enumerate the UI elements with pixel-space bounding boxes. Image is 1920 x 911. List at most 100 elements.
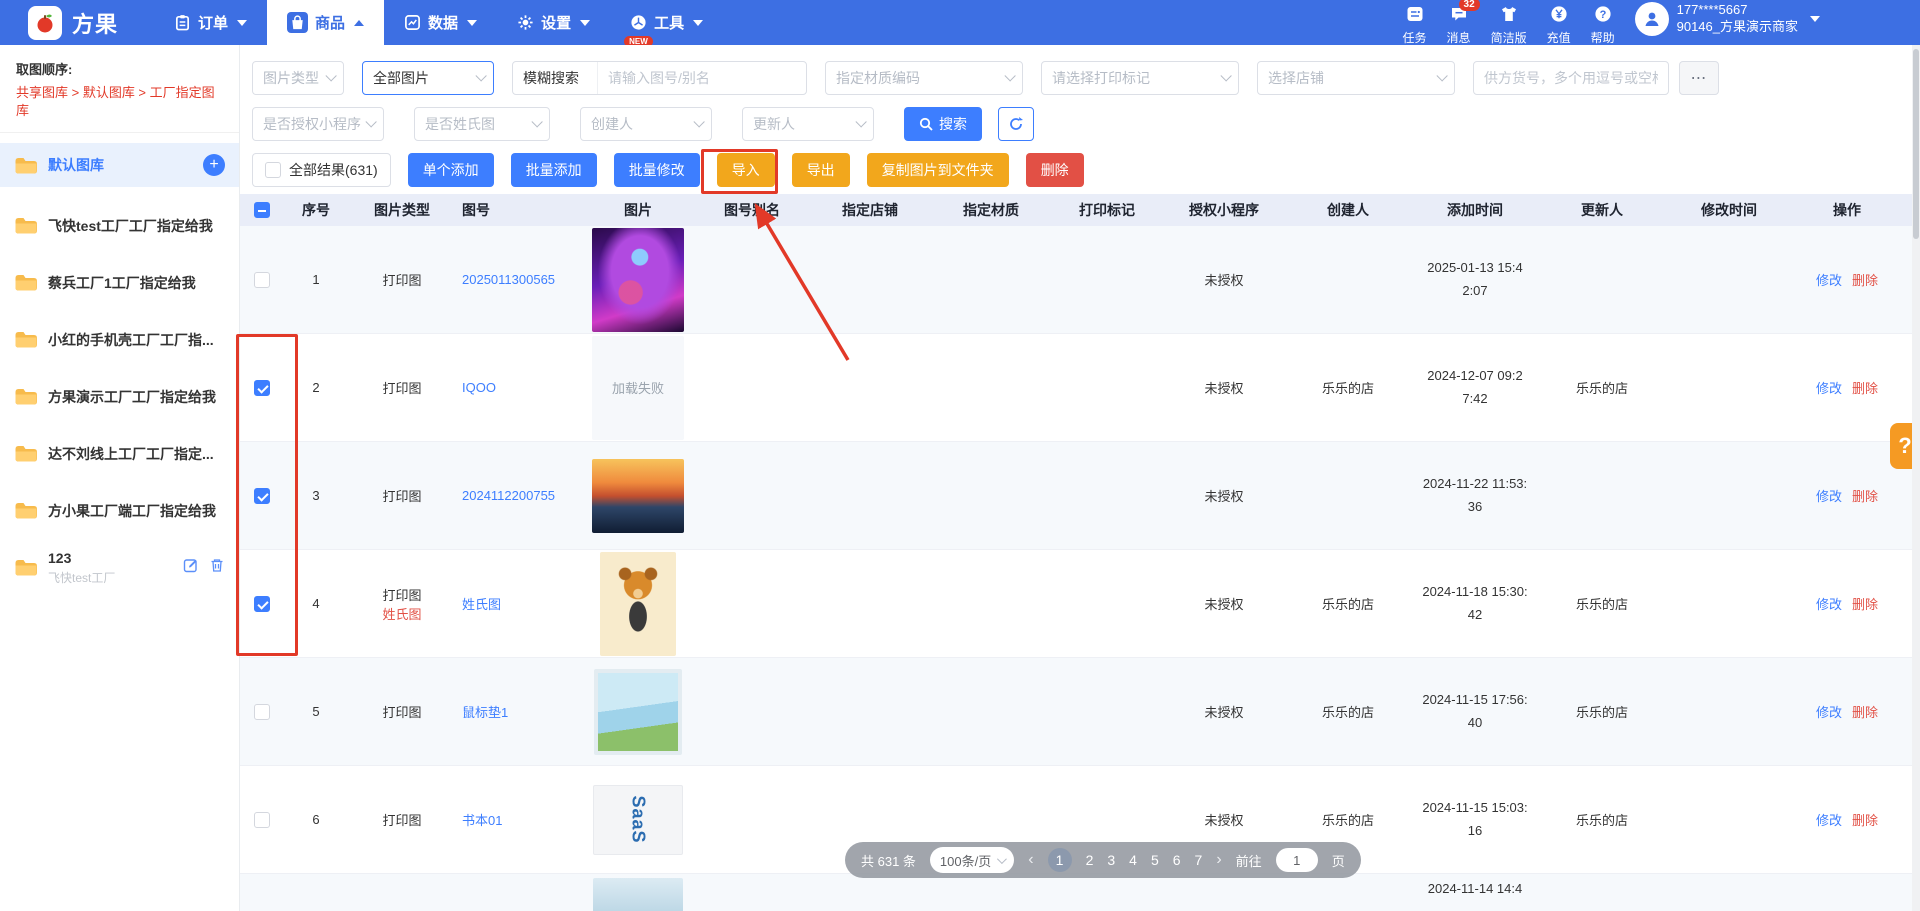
trash-icon[interactable]	[209, 557, 225, 578]
row-checkbox[interactable]	[254, 487, 270, 504]
delete-link[interactable]: 删除	[1852, 705, 1878, 720]
quick-任务[interactable]: 任务	[1403, 4, 1427, 46]
image-code-link[interactable]: 书本01	[462, 813, 502, 828]
goto-page-input[interactable]	[1275, 848, 1318, 872]
toolbar-button-批量修改[interactable]: 批量修改	[613, 153, 700, 187]
image-thumbnail[interactable]	[592, 227, 684, 332]
edit-link[interactable]: 修改	[1816, 705, 1842, 720]
image-code-link[interactable]: IQOO	[462, 380, 496, 395]
menu-商品[interactable]: 商品	[267, 0, 385, 45]
folder-item[interactable]: 方小果工厂端工厂指定给我	[0, 482, 239, 539]
delete-link[interactable]: 删除	[1852, 489, 1878, 504]
scrollbar[interactable]	[1912, 45, 1920, 911]
refresh-icon	[1010, 117, 1023, 130]
folder-item[interactable]: 123 飞快test工厂	[0, 539, 239, 596]
row-checkbox[interactable]	[254, 595, 270, 612]
mini-program-auth: 未授权	[1204, 381, 1244, 396]
mini-program-auth-select[interactable]: 是否授权小程序	[252, 107, 384, 141]
updater-select[interactable]: 更新人	[742, 107, 874, 141]
edit-link[interactable]: 修改	[1816, 273, 1842, 288]
menu-工具[interactable]: 工具 NEW	[610, 0, 723, 47]
toolbar-button-复制图片到文件夹[interactable]: 复制图片到文件夹	[866, 153, 1009, 187]
image-thumbnail[interactable]: 加载失败	[592, 335, 684, 440]
image-thumbnail[interactable]: SaaS	[593, 784, 683, 855]
row-checkbox[interactable]	[254, 271, 270, 288]
shop-select[interactable]: 选择店铺	[1257, 61, 1455, 95]
page-number-6[interactable]: 6	[1173, 852, 1181, 868]
image-code-link[interactable]: 鼠标垫1	[462, 705, 508, 720]
refresh-button[interactable]	[998, 107, 1034, 141]
page-number-5[interactable]: 5	[1151, 852, 1159, 868]
image-code-cell: 鼠标垫1	[452, 702, 582, 721]
image-code-link[interactable]: 姓氏图	[462, 597, 501, 612]
edit-link[interactable]: 修改	[1816, 597, 1842, 612]
brand-logo-icon[interactable]	[28, 5, 62, 40]
toolbar-button-批量添加[interactable]: 批量添加	[510, 153, 597, 187]
account-menu[interactable]: 177****5667 90146_方果演示商家	[1634, 1, 1820, 36]
delete-link[interactable]: 删除	[1852, 597, 1878, 612]
row-checkbox-cell	[244, 379, 280, 396]
menu-订单[interactable]: 订单	[154, 0, 267, 45]
row-checkbox[interactable]	[254, 379, 270, 396]
supplier-code-input[interactable]	[1473, 61, 1669, 95]
prev-page-button[interactable]: ‹	[1028, 851, 1033, 869]
updater-name: 乐乐的店	[1575, 705, 1628, 720]
creator-select[interactable]: 创建人	[580, 107, 712, 141]
page-number-3[interactable]: 3	[1107, 852, 1115, 868]
image-thumbnail[interactable]	[600, 551, 676, 656]
edit-link[interactable]: 修改	[1816, 489, 1842, 504]
quick-简洁版[interactable]: 简洁版	[1491, 4, 1527, 46]
delete-link[interactable]: 删除	[1852, 813, 1878, 828]
quick-帮助[interactable]: ? 帮助	[1591, 4, 1615, 46]
edit-icon[interactable]	[183, 557, 199, 578]
toolbar-button-删除[interactable]: 删除	[1025, 153, 1084, 187]
toolbar-button-导入[interactable]: 导入	[716, 153, 775, 187]
menu-数据[interactable]: 数据	[384, 0, 497, 45]
fuzzy-mode-select[interactable]: 模糊搜索	[513, 62, 598, 94]
print-mark-select[interactable]: 请选择打印标记	[1041, 61, 1239, 95]
folder-item[interactable]: 飞快test工厂工厂指定给我	[0, 197, 239, 254]
edit-link[interactable]: 修改	[1816, 813, 1842, 828]
pagination-total: 共 631 条	[861, 853, 916, 869]
search-button[interactable]: 搜索	[904, 107, 982, 141]
image-type-select[interactable]: 图片类型	[252, 61, 344, 95]
page-number-4[interactable]: 4	[1129, 852, 1137, 868]
toolbar-button-导出[interactable]: 导出	[791, 153, 850, 187]
code-search-input[interactable]	[598, 70, 806, 86]
folder-item[interactable]: 方果演示工厂工厂指定给我	[0, 368, 239, 425]
page-number-7[interactable]: 7	[1195, 852, 1203, 868]
image-scope-select[interactable]: 全部图片	[362, 61, 494, 95]
next-page-button[interactable]: ›	[1216, 851, 1221, 869]
image-thumbnail[interactable]	[594, 668, 682, 755]
scrollbar-thumb[interactable]	[1913, 49, 1919, 239]
quick-充值[interactable]: 充值	[1547, 4, 1571, 46]
image-code-link[interactable]: 2025011300565	[462, 272, 555, 287]
row-checkbox[interactable]	[254, 811, 270, 828]
surname-image-select[interactable]: 是否姓氏图	[414, 107, 550, 141]
select-all-checkbox[interactable]	[265, 162, 281, 178]
quick-消息[interactable]: 消息 32	[1447, 0, 1480, 46]
image-code-link[interactable]: 2024112200755	[462, 488, 555, 503]
toolbar-button-单个添加[interactable]: 单个添加	[407, 153, 494, 187]
delete-link[interactable]: 删除	[1852, 273, 1878, 288]
folder-main: 默认图库	[48, 155, 193, 175]
folder-item[interactable]: 默认图库 +	[0, 143, 239, 188]
edit-link[interactable]: 修改	[1816, 381, 1842, 396]
page-number-2[interactable]: 2	[1086, 852, 1094, 868]
sidebar: 取图顺序: 共享图库 > 默认图库 > 工厂指定图库 默认图库 + 飞快test工厂…	[0, 45, 240, 911]
header-checkbox[interactable]	[254, 202, 270, 218]
image-thumbnail[interactable]	[592, 458, 684, 533]
material-code-select[interactable]: 指定材质编码	[825, 61, 1023, 95]
more-filters-button[interactable]: ⋯	[1679, 61, 1719, 95]
row-checkbox[interactable]	[254, 703, 270, 720]
page-size-select[interactable]: 100条/页	[929, 847, 1015, 873]
page-number-1[interactable]: 1	[1047, 848, 1072, 872]
delete-link[interactable]: 删除	[1852, 381, 1878, 396]
search-icon	[919, 117, 933, 131]
add-folder-button[interactable]: +	[203, 154, 225, 177]
folder-item[interactable]: 蔡兵工厂1工厂指定给我	[0, 254, 239, 311]
folder-item[interactable]: 小红的手机壳工厂工厂指...	[0, 311, 239, 368]
menu-设置[interactable]: 设置	[497, 0, 610, 45]
folder-item[interactable]: 达不刘线上工厂工厂指定...	[0, 425, 239, 482]
image-thumbnail[interactable]	[593, 878, 683, 911]
